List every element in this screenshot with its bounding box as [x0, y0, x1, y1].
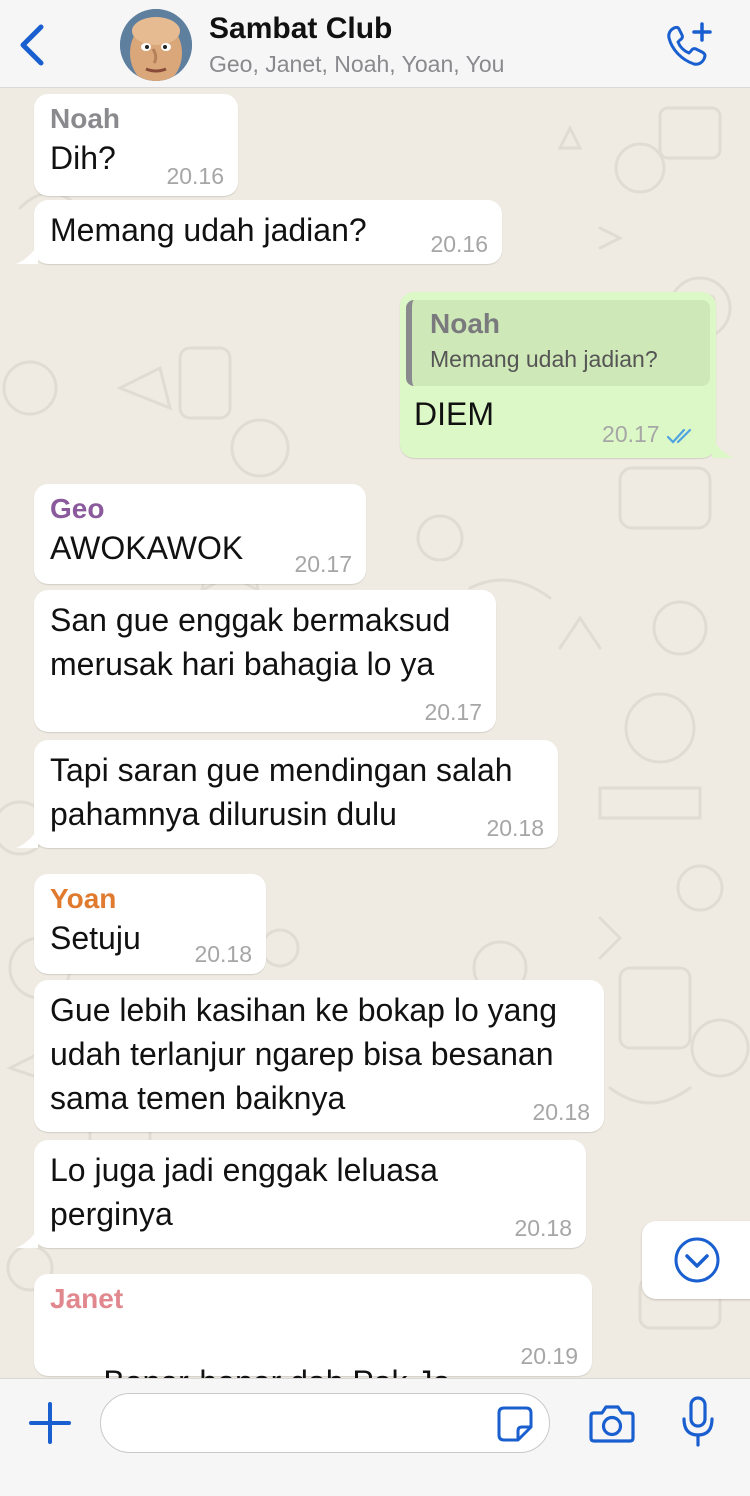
attach-button[interactable]	[26, 1399, 74, 1447]
bubble-tail	[16, 244, 38, 264]
message-bubble[interactable]: Memang udah jadian? 20.16	[34, 200, 502, 264]
quoted-text: Memang udah jadian?	[430, 346, 658, 372]
bubble-tail	[712, 438, 734, 458]
message-text: San gue enggak bermaksud merusak hari ba…	[50, 602, 451, 682]
message-input-bar	[0, 1378, 750, 1496]
message-text: Lo juga jadi enggak leluasa perginya	[50, 1152, 438, 1232]
message-time: 20.18	[486, 815, 544, 841]
camera-button[interactable]	[588, 1401, 636, 1445]
message-time: 20.19	[520, 1343, 578, 1369]
message-time: 20.18	[532, 1099, 590, 1125]
message-input[interactable]	[100, 1393, 550, 1453]
add-call-icon	[667, 22, 712, 66]
message-time: 20.18	[514, 1215, 572, 1241]
chevron-left-icon	[20, 24, 44, 66]
bubble-tail	[16, 828, 38, 848]
message-bubble[interactable]: Tapi saran gue mendingan salah pahamnya …	[34, 740, 558, 848]
message-bubble[interactable]: Janet Bener-bener dah Pak Jo 20.19	[34, 1274, 592, 1378]
chat-title[interactable]: Sambat Club	[209, 12, 392, 46]
sender-name[interactable]: Noah	[50, 102, 222, 136]
message-text: Gue lebih kasihan ke bokap lo yang udah …	[50, 992, 558, 1116]
microphone-icon	[682, 1396, 714, 1447]
read-receipt-icon	[666, 428, 692, 444]
sender-name[interactable]: Yoan	[50, 882, 250, 916]
message-text: Memang udah jadian?	[50, 212, 367, 248]
sticker-icon	[497, 1406, 533, 1442]
message-bubble[interactable]: San gue enggak bermaksud merusak hari ba…	[34, 590, 496, 732]
chevron-down-circle-icon	[674, 1237, 720, 1283]
message-time: 20.17	[424, 699, 482, 725]
chat-header: Sambat Club Geo, Janet, Noah, Yoan, You	[0, 0, 750, 88]
group-avatar[interactable]	[120, 9, 192, 81]
message-time: 20.16	[166, 163, 224, 189]
bubble-tail	[16, 1228, 38, 1248]
camera-icon	[589, 1405, 635, 1443]
message-bubble[interactable]: Yoan Setuju 20.18	[34, 874, 266, 974]
message-bubble[interactable]: Gue lebih kasihan ke bokap lo yang udah …	[34, 980, 604, 1132]
plus-icon	[29, 1402, 71, 1444]
group-members[interactable]: Geo, Janet, Noah, Yoan, You	[209, 51, 504, 78]
message-bubble[interactable]: Geo AWOKAWOK 20.17	[34, 484, 366, 584]
scroll-to-bottom-button[interactable]	[642, 1221, 750, 1299]
message-time: 20.17	[294, 551, 352, 577]
chat-area[interactable]: Noah Dih? 20.16 Memang udah jadian? 20.1…	[0, 88, 750, 1378]
message-bubble[interactable]: Lo juga jadi enggak leluasa perginya 20.…	[34, 1140, 586, 1248]
message-text: Tapi saran gue mendingan salah pahamnya …	[50, 752, 513, 832]
quoted-sender: Noah	[430, 308, 500, 339]
message-time: 20.18	[194, 941, 252, 967]
sender-name[interactable]: Janet	[50, 1282, 576, 1316]
microphone-button[interactable]	[680, 1395, 716, 1449]
message-bubble-outgoing[interactable]: Noah Memang udah jadian? DIEM 20.17	[400, 292, 716, 458]
message-bubble[interactable]: Noah Dih? 20.16	[34, 94, 238, 196]
add-call-button[interactable]	[660, 18, 716, 74]
message-time: 20.16	[430, 231, 488, 257]
sticker-button[interactable]	[496, 1405, 534, 1443]
sender-name[interactable]: Geo	[50, 492, 350, 526]
back-button[interactable]	[12, 18, 52, 72]
message-time: 20.17	[602, 421, 698, 448]
message-text: Bener-bener dah Pak Jo	[50, 1316, 576, 1378]
quoted-message[interactable]: Noah Memang udah jadian?	[406, 300, 710, 386]
message-text-content: Bener-bener dah Pak Jo	[103, 1364, 450, 1378]
message-time-text: 20.17	[602, 421, 660, 447]
